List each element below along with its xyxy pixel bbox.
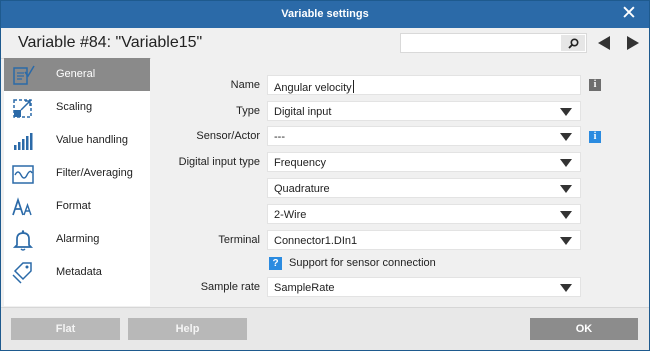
sample-rate-value: SampleRate bbox=[274, 282, 335, 294]
value-handling-icon bbox=[14, 133, 33, 150]
variable-header: Variable #84: "Variable15" bbox=[1, 28, 649, 59]
sensor-actor-label: Sensor/Actor bbox=[196, 130, 260, 142]
digital-input-type-value: Frequency bbox=[274, 157, 326, 169]
sensor-support-label: Support for sensor connection bbox=[289, 257, 436, 269]
sample-rate-select[interactable]: SampleRate bbox=[267, 277, 581, 297]
quadrature-select[interactable]: Quadrature bbox=[267, 178, 581, 198]
title-bar: Variable settings ✕ bbox=[1, 1, 649, 28]
sensor-info-icon[interactable]: i bbox=[589, 131, 601, 143]
sidebar-item-label: Filter/Averaging bbox=[56, 167, 133, 179]
sidebar-item-alarming[interactable]: Alarming bbox=[4, 223, 150, 256]
variable-title: Variable #84: "Variable15" bbox=[18, 34, 203, 51]
chevron-down-icon bbox=[560, 237, 572, 245]
terminal-value: Connector1.DIn1 bbox=[274, 235, 358, 247]
help-button[interactable]: Help bbox=[128, 318, 247, 340]
sidebar-item-label: Alarming bbox=[56, 233, 100, 245]
dialog-footer: Flat Help OK bbox=[1, 307, 649, 350]
general-icon bbox=[13, 65, 35, 85]
terminal-label: Terminal bbox=[218, 234, 260, 246]
chevron-down-icon bbox=[560, 159, 572, 167]
chevron-down-icon bbox=[560, 133, 572, 141]
name-label: Name bbox=[230, 79, 260, 91]
window-title: Variable settings bbox=[281, 8, 369, 20]
format-icon bbox=[12, 197, 32, 216]
name-value: Angular velocity bbox=[274, 80, 354, 94]
close-icon[interactable]: ✕ bbox=[619, 4, 639, 24]
search-input[interactable] bbox=[400, 33, 587, 53]
sidebar-item-general[interactable]: General bbox=[4, 58, 150, 91]
quadrature-value: Quadrature bbox=[274, 183, 330, 195]
ok-button[interactable]: OK bbox=[530, 318, 638, 340]
sensor-support-checkbox[interactable]: ? bbox=[269, 257, 282, 270]
name-info-icon[interactable]: i bbox=[589, 79, 601, 91]
flat-button[interactable]: Flat bbox=[11, 318, 120, 340]
wiring-select[interactable]: 2-Wire bbox=[267, 204, 581, 224]
sidebar-item-label: Metadata bbox=[56, 266, 102, 278]
variable-settings-dialog: Variable settings ✕ Variable #84: "Varia… bbox=[0, 0, 650, 351]
chevron-down-icon bbox=[560, 108, 572, 116]
name-input[interactable]: Angular velocity bbox=[267, 75, 581, 95]
previous-variable-arrow-icon[interactable] bbox=[598, 36, 610, 50]
sidebar-item-metadata[interactable]: Metadata bbox=[4, 256, 150, 289]
sidebar-item-label: General bbox=[56, 68, 96, 80]
general-settings-panel: Name Angular velocity i Type Digital inp… bbox=[151, 58, 649, 306]
sidebar-item-filter-averaging[interactable]: Filter/Averaging bbox=[4, 157, 150, 190]
tags-icon bbox=[12, 262, 32, 284]
type-value: Digital input bbox=[274, 106, 332, 118]
text-cursor bbox=[352, 80, 354, 93]
sidebar-item-value-handling[interactable]: Value handling bbox=[4, 124, 150, 157]
sidebar-item-format[interactable]: Format bbox=[4, 190, 150, 223]
settings-sidebar: General Scaling Value handling Filter/Av… bbox=[4, 58, 150, 306]
sidebar-item-label: Scaling bbox=[56, 101, 93, 113]
sidebar-item-label: Value handling bbox=[56, 134, 128, 146]
chevron-down-icon bbox=[560, 211, 572, 219]
search-icon bbox=[567, 37, 579, 49]
search-button[interactable] bbox=[561, 35, 585, 51]
scaling-icon bbox=[13, 99, 32, 118]
type-label: Type bbox=[236, 105, 260, 117]
chevron-down-icon bbox=[560, 284, 572, 292]
filter-icon bbox=[12, 165, 34, 184]
sidebar-item-scaling[interactable]: Scaling bbox=[4, 91, 150, 124]
terminal-select[interactable]: Connector1.DIn1 bbox=[267, 230, 581, 250]
digital-input-type-label: Digital input type bbox=[178, 156, 260, 168]
type-select[interactable]: Digital input bbox=[267, 101, 581, 121]
sensor-actor-select[interactable]: --- bbox=[267, 126, 581, 146]
sidebar-item-label: Format bbox=[56, 200, 91, 212]
digital-input-type-select[interactable]: Frequency bbox=[267, 152, 581, 172]
next-variable-arrow-icon[interactable] bbox=[627, 36, 639, 50]
sample-rate-label: Sample rate bbox=[200, 281, 260, 293]
sensor-actor-value: --- bbox=[274, 131, 285, 143]
chevron-down-icon bbox=[560, 185, 572, 193]
bell-icon bbox=[12, 230, 34, 251]
wiring-value: 2-Wire bbox=[274, 209, 307, 221]
